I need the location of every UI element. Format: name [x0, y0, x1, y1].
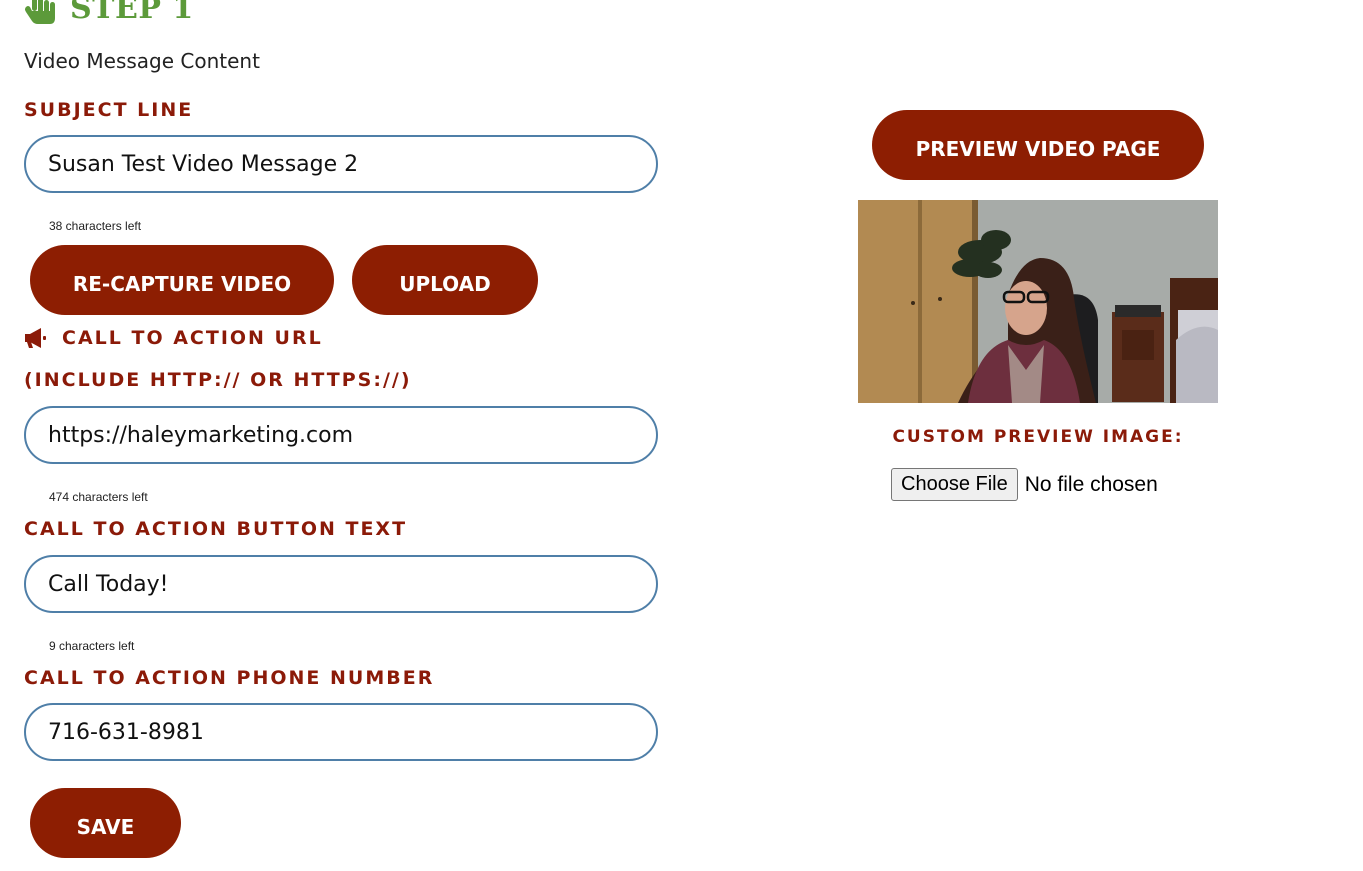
megaphone-icon: [25, 328, 46, 348]
section-subtitle: Video Message Content: [24, 49, 260, 73]
custom-preview-image-label: CUSTOM PREVIEW IMAGE:: [892, 427, 1184, 447]
cta-url-heading: CALL TO ACTION URL: [24, 327, 323, 349]
preview-video-page-button[interactable]: PREVIEW VIDEO PAGE: [872, 110, 1204, 180]
custom-preview-file-picker: Choose File No file chosen: [891, 468, 1158, 501]
step-header: STEP 1: [22, 0, 194, 30]
cta-url-label: CALL TO ACTION URL: [62, 327, 323, 349]
video-thumbnail-image: [858, 200, 1218, 403]
cta-button-text-label: CALL TO ACTION BUTTON TEXT: [24, 518, 408, 540]
hand-pointer-icon: [25, 0, 55, 24]
cta-url-counter: 474 characters left: [49, 490, 148, 504]
cta-button-text-counter: 9 characters left: [49, 639, 135, 653]
subject-line-input[interactable]: [24, 135, 658, 193]
cta-phone-label: CALL TO ACTION PHONE NUMBER: [24, 667, 435, 689]
step-title: STEP 1: [70, 0, 194, 26]
cta-url-hint: (INCLUDE HTTP:// OR HTTPS://): [24, 369, 412, 391]
cta-button-text-input[interactable]: [24, 555, 658, 613]
file-status-text: No file chosen: [1024, 472, 1158, 496]
cta-phone-input[interactable]: [24, 703, 658, 761]
subject-line-label: SUBJECT LINE: [24, 99, 194, 121]
video-thumbnail[interactable]: [858, 200, 1218, 403]
recapture-video-button[interactable]: RE-CAPTURE VIDEO: [30, 245, 334, 315]
cta-url-input[interactable]: [24, 406, 658, 464]
choose-file-button[interactable]: Choose File: [891, 468, 1018, 501]
upload-button[interactable]: UPLOAD: [352, 245, 538, 315]
save-button[interactable]: SAVE: [30, 788, 181, 858]
subject-line-counter: 38 characters left: [49, 219, 142, 233]
